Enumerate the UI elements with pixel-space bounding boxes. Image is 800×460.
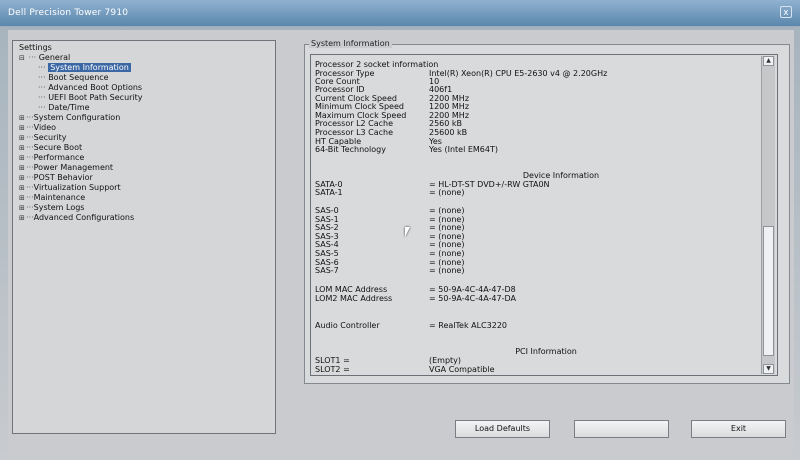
- sas-row: SAS-2 = (none): [315, 223, 465, 232]
- title-bar: Dell Precision Tower 7910 x: [0, 0, 800, 26]
- tree-item-performance[interactable]: ⊞···Performance: [19, 153, 84, 163]
- sata-row: SATA-1 = (none): [315, 188, 465, 197]
- mac-row: LOM MAC Address = 50-9A-4C-4A-47-D8: [315, 285, 516, 294]
- tree-item-video[interactable]: ⊞···Video: [19, 123, 56, 133]
- slot-row: SLOT1 = (Empty): [315, 356, 462, 365]
- tree-item-general[interactable]: ⊟ ··· General: [19, 53, 70, 63]
- scroll-up-icon[interactable]: ▲: [763, 56, 774, 66]
- window-title: Dell Precision Tower 7910: [8, 8, 129, 18]
- audio-row: Audio Controller = RealTek ALC3220: [315, 321, 507, 330]
- tree-item-secure-boot[interactable]: ⊞···Secure Boot: [19, 143, 82, 153]
- expand-icon[interactable]: ⊞: [19, 213, 26, 223]
- tree-item-boot-sequence[interactable]: ··· Boot Sequence: [38, 73, 109, 83]
- tree-item-system-information[interactable]: ··· System Information: [38, 63, 131, 73]
- system-information-panel[interactable]: Processor 2 socket information Processor…: [310, 54, 778, 376]
- load-defaults-button[interactable]: Load Defaults: [455, 420, 550, 438]
- exit-button[interactable]: Exit: [691, 420, 786, 438]
- expand-icon[interactable]: ⊞: [19, 203, 26, 213]
- expand-icon[interactable]: ⊞: [19, 133, 26, 143]
- info-row: Processor L3 Cache 25600 kB: [315, 128, 468, 137]
- scroll-down-icon[interactable]: ▼: [763, 364, 774, 374]
- expand-icon[interactable]: ⊞: [19, 173, 26, 183]
- tree-item-maintenance[interactable]: ⊞···Maintenance: [19, 193, 85, 203]
- vertical-scrollbar[interactable]: ▲ ▼: [761, 56, 775, 374]
- tree-item-date-time[interactable]: ··· Date/Time: [38, 103, 90, 113]
- info-row: Processor L2 Cache 2560 kB: [315, 119, 463, 128]
- expand-icon[interactable]: ⊞: [19, 183, 26, 193]
- expand-icon[interactable]: ⊞: [19, 113, 26, 123]
- info-row: 64-Bit Technology Yes (Intel EM64T): [315, 145, 498, 154]
- tree-item-system-configuration[interactable]: ⊞···System Configuration: [19, 113, 120, 123]
- tree-item-post-behavior[interactable]: ⊞···POST Behavior: [19, 173, 93, 183]
- expand-icon[interactable]: ⊞: [19, 193, 26, 203]
- expand-icon[interactable]: ⊞: [19, 143, 26, 153]
- sas-row: SAS-0 = (none): [315, 206, 465, 215]
- tree-item-advanced-boot-options[interactable]: ··· Advanced Boot Options: [38, 83, 142, 93]
- tree-root-label: Settings: [19, 43, 52, 52]
- scroll-thumb[interactable]: [763, 226, 774, 356]
- tree-item-power-management[interactable]: ⊞···Power Management: [19, 163, 113, 173]
- expand-icon[interactable]: ⊞: [19, 123, 26, 133]
- pci-header: PCI Information: [515, 347, 577, 356]
- group-title: System Information: [309, 39, 392, 48]
- tree-item-system-logs[interactable]: ⊞···System Logs: [19, 203, 84, 213]
- tree-item-advanced-configurations[interactable]: ⊞···Advanced Configurations: [19, 213, 134, 223]
- info-row: Minimum Clock Speed 1200 MHz: [315, 102, 470, 111]
- collapse-icon[interactable]: ⊟: [19, 53, 26, 63]
- tree-item-security[interactable]: ⊞···Security: [19, 133, 67, 143]
- sas-row: SAS-5 = (none): [315, 249, 465, 258]
- bios-window: Dell Precision Tower 7910 x Settings ⊟ ·…: [0, 0, 800, 460]
- info-row: Processor ID 406f1: [315, 85, 453, 94]
- mac-row: LOM2 MAC Address = 50-9A-4C-4A-47-DA: [315, 294, 516, 303]
- sas-row: SAS-7 = (none): [315, 266, 465, 275]
- slot-row: SLOT2 = VGA Compatible: [315, 365, 495, 374]
- blank-button[interactable]: [574, 420, 669, 438]
- device-header: Device Information: [522, 171, 600, 180]
- close-button[interactable]: x: [780, 6, 792, 18]
- expand-icon[interactable]: ⊞: [19, 163, 26, 173]
- processor-header: Processor 2 socket information: [315, 60, 439, 69]
- settings-tree: Settings ⊟ ··· General ··· System Inform…: [12, 40, 276, 434]
- expand-icon[interactable]: ⊞: [19, 153, 26, 163]
- mouse-cursor-icon: [405, 227, 415, 237]
- sas-row: SAS-4 = (none): [315, 240, 465, 249]
- tree-item-virtualization-support[interactable]: ⊞···Virtualization Support: [19, 183, 121, 193]
- tree-item-uefi-boot-path-security[interactable]: ··· UEFI Boot Path Security: [38, 93, 143, 103]
